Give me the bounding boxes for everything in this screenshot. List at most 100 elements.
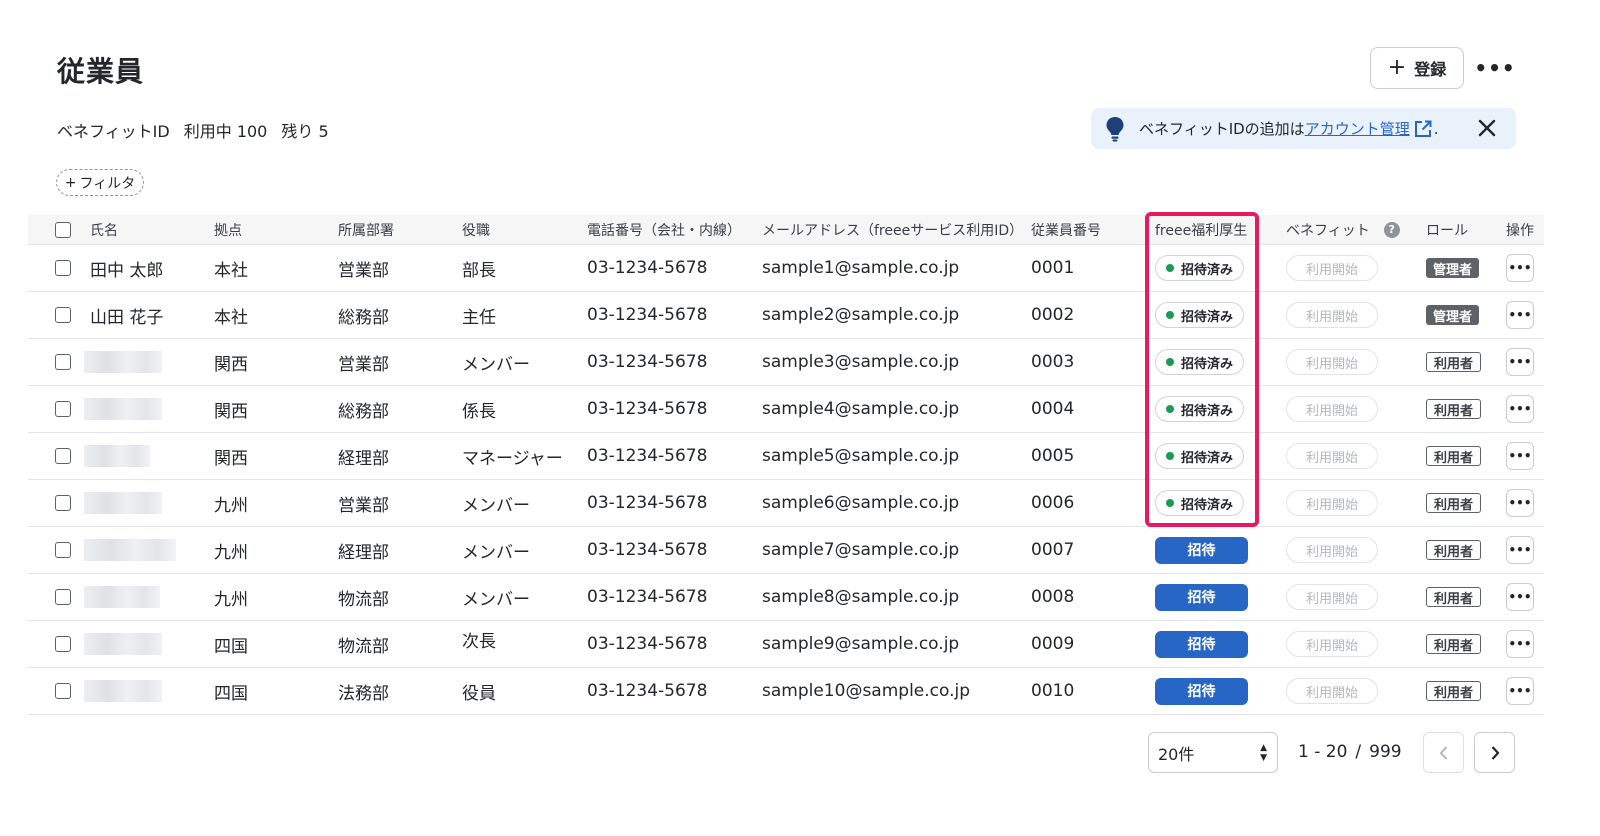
start-benefit-button[interactable]: 利用開始 <box>1286 631 1378 657</box>
header-benefit[interactable]: ベネフィット ? <box>1286 215 1400 244</box>
start-benefit-button[interactable]: 利用開始 <box>1286 255 1378 281</box>
row-more-button[interactable]: ••• <box>1506 630 1534 658</box>
table-row[interactable]: 九州 経理部 メンバー 03-1234-5678 sample7@sample.… <box>28 527 1544 574</box>
row-more-button[interactable]: ••• <box>1506 348 1534 376</box>
row-more-button[interactable]: ••• <box>1506 301 1534 329</box>
table-row[interactable]: 関西 営業部 メンバー 03-1234-5678 sample3@sample.… <box>28 339 1544 386</box>
start-benefit-button[interactable]: 利用開始 <box>1286 678 1378 704</box>
table-body: 田中 太郎 本社 営業部 部長 03-1234-5678 sample1@sam… <box>28 245 1544 715</box>
cell-email: sample10@sample.co.jp <box>762 681 971 701</box>
cell-benefit: 利用開始 <box>1286 480 1378 526</box>
cell-benefit: 利用開始 <box>1286 668 1378 714</box>
invited-status-badge: 招待済み <box>1155 396 1245 422</box>
row-more-button[interactable]: ••• <box>1506 677 1534 705</box>
row-more-button[interactable]: ••• <box>1506 254 1534 282</box>
table-row[interactable]: 関西 総務部 係長 03-1234-5678 sample4@sample.co… <box>28 386 1544 433</box>
start-benefit-button[interactable]: 利用開始 <box>1286 443 1378 469</box>
next-page-button[interactable] <box>1474 732 1515 773</box>
select-all-checkbox[interactable] <box>55 221 71 238</box>
row-more-button[interactable]: ••• <box>1506 583 1534 611</box>
cell-employee-number: 0008 <box>1031 587 1075 607</box>
cell-actions: ••• <box>1506 480 1534 526</box>
start-benefit-button[interactable]: 利用開始 <box>1286 396 1378 422</box>
table-row[interactable]: 九州 物流部 メンバー 03-1234-5678 sample8@sample.… <box>28 574 1544 621</box>
status-dot-icon <box>1166 264 1174 272</box>
cell-phone: 03-1234-5678 <box>587 305 708 325</box>
table-row[interactable]: 関西 経理部 マネージャー 03-1234-5678 sample5@sampl… <box>28 433 1544 480</box>
cell-employee-number: 0006 <box>1031 493 1075 513</box>
row-checkbox[interactable] <box>55 354 71 370</box>
external-link-icon[interactable] <box>1414 120 1432 138</box>
account-management-link[interactable]: アカウント管理 <box>1305 118 1410 139</box>
row-checkbox[interactable] <box>55 495 71 511</box>
header-benefit-label: ベネフィット <box>1286 222 1370 239</box>
header-employee-number[interactable]: 従業員番号 <box>1031 215 1101 244</box>
page-size-select[interactable]: 20件 ▲ ▼ <box>1148 732 1278 773</box>
row-checkbox[interactable] <box>55 260 71 276</box>
table-row[interactable]: 九州 営業部 メンバー 03-1234-5678 sample6@sample.… <box>28 480 1544 527</box>
pagination-separator: / <box>1355 742 1362 762</box>
more-horizontal-icon: ••• <box>1508 590 1532 604</box>
row-more-button[interactable]: ••• <box>1506 489 1534 517</box>
start-benefit-button[interactable]: 利用開始 <box>1286 302 1378 328</box>
more-horizontal-icon: ••• <box>1508 261 1532 275</box>
notice-text: ベネフィットIDの追加は <box>1139 120 1305 138</box>
header-position[interactable]: 役職 <box>462 215 490 244</box>
help-icon[interactable]: ? <box>1383 221 1400 238</box>
table-row[interactable]: 山田 花子 本社 総務部 主任 03-1234-5678 sample2@sam… <box>28 292 1544 339</box>
row-checkbox[interactable] <box>55 448 71 464</box>
table-row[interactable]: 四国 物流部 次長 03-1234-5678 sample9@sample.co… <box>28 621 1544 668</box>
row-checkbox[interactable] <box>55 542 71 558</box>
add-filter-button[interactable]: + フィルタ <box>56 169 144 196</box>
start-benefit-button[interactable]: 利用開始 <box>1286 584 1378 610</box>
page-size-value: 20件 <box>1158 744 1195 764</box>
row-more-button[interactable]: ••• <box>1506 442 1534 470</box>
row-checkbox[interactable] <box>55 683 71 699</box>
invited-status-badge: 招待済み <box>1155 349 1245 375</box>
invite-button[interactable]: 招待 <box>1155 677 1248 705</box>
cell-benefit: 利用開始 <box>1286 245 1378 291</box>
row-more-button[interactable]: ••• <box>1506 536 1534 564</box>
table-row[interactable]: 四国 法務部 役員 03-1234-5678 sample10@sample.c… <box>28 668 1544 715</box>
invite-button[interactable]: 招待 <box>1155 536 1248 564</box>
header-freee-welfare[interactable]: freee福利厚生 <box>1155 215 1247 244</box>
invited-status-label: 招待済み <box>1181 356 1234 372</box>
cell-department: 営業部 <box>338 495 389 516</box>
header-phone[interactable]: 電話番号（会社・内線） <box>587 215 741 244</box>
invite-button[interactable]: 招待 <box>1155 630 1248 658</box>
cell-phone: 03-1234-5678 <box>587 540 708 560</box>
row-more-button[interactable]: ••• <box>1506 395 1534 423</box>
row-checkbox[interactable] <box>55 401 71 417</box>
row-checkbox[interactable] <box>55 636 71 652</box>
register-button[interactable]: + 登録 <box>1370 47 1464 89</box>
row-checkbox[interactable] <box>55 307 71 323</box>
cell-location: 関西 <box>214 448 248 469</box>
header-department[interactable]: 所属部署 <box>338 215 394 244</box>
header-email[interactable]: メールアドレス（freeeサービス利用ID） <box>762 215 1023 244</box>
notice-period: . <box>1433 119 1439 138</box>
table-row[interactable]: 田中 太郎 本社 営業部 部長 03-1234-5678 sample1@sam… <box>28 245 1544 292</box>
header-name[interactable]: 氏名 <box>90 215 118 244</box>
close-icon[interactable] <box>1476 117 1498 139</box>
previous-page-button[interactable] <box>1423 732 1464 773</box>
start-benefit-label: 利用開始 <box>1305 497 1358 513</box>
cell-email: sample3@sample.co.jp <box>762 352 960 372</box>
cell-benefit: 利用開始 <box>1286 621 1378 667</box>
header-role[interactable]: ロール <box>1426 215 1468 244</box>
more-options-button[interactable]: ••• <box>1474 56 1514 80</box>
start-benefit-button[interactable]: 利用開始 <box>1286 490 1378 516</box>
start-benefit-button[interactable]: 利用開始 <box>1286 537 1378 563</box>
plus-icon: + <box>64 174 77 191</box>
invite-button[interactable]: 招待 <box>1155 583 1248 611</box>
role-label: 利用者 <box>1434 638 1474 654</box>
invite-button-label: 招待 <box>1187 590 1216 606</box>
page-title: 従業員 <box>57 55 145 88</box>
cell-phone: 03-1234-5678 <box>587 352 708 372</box>
header-location[interactable]: 拠点 <box>214 215 242 244</box>
role-badge: 利用者 <box>1426 446 1482 466</box>
row-checkbox[interactable] <box>55 589 71 605</box>
cell-role: 利用者 <box>1426 339 1482 385</box>
start-benefit-button[interactable]: 利用開始 <box>1286 349 1378 375</box>
cell-location: 本社 <box>214 260 248 281</box>
redacted-name <box>84 398 162 420</box>
